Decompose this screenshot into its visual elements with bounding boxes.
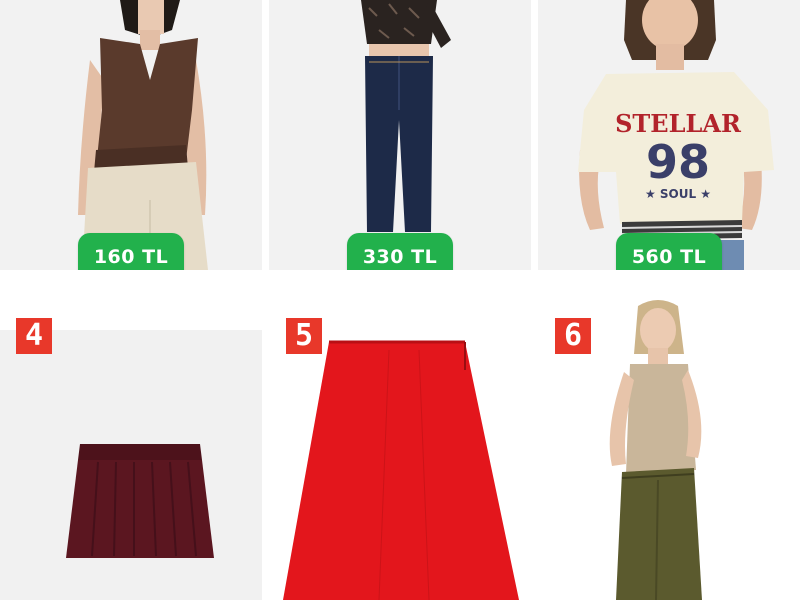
- product-card-5[interactable]: 5: [269, 280, 531, 600]
- tee-print-stellar: STELLAR: [615, 109, 742, 138]
- product-image-stellar-tee: STELLAR 98 ★ SOUL ★: [578, 0, 774, 270]
- product-card-6[interactable]: 6: [538, 280, 800, 600]
- tee-print-number: 98: [646, 135, 710, 189]
- product-number-badge: 5: [286, 318, 322, 354]
- product-card-1[interactable]: 160 TL: [0, 0, 262, 270]
- price-badge: 160 TL: [78, 233, 184, 270]
- price-badge: 330 TL: [347, 233, 453, 270]
- product-card-2[interactable]: 330 TL: [269, 0, 531, 270]
- tee-print-soul: ★ SOUL ★: [645, 187, 711, 201]
- product-image-jeans: [361, 0, 451, 232]
- product-number-badge: 4: [16, 318, 52, 354]
- product-number-badge: 6: [555, 318, 591, 354]
- product-card-4[interactable]: 4: [0, 280, 262, 600]
- price-badge: 560 TL: [616, 233, 722, 270]
- product-card-3[interactable]: STELLAR 98 ★ SOUL ★ 560 TL: [538, 0, 800, 270]
- product-image-brown-top: [78, 0, 208, 270]
